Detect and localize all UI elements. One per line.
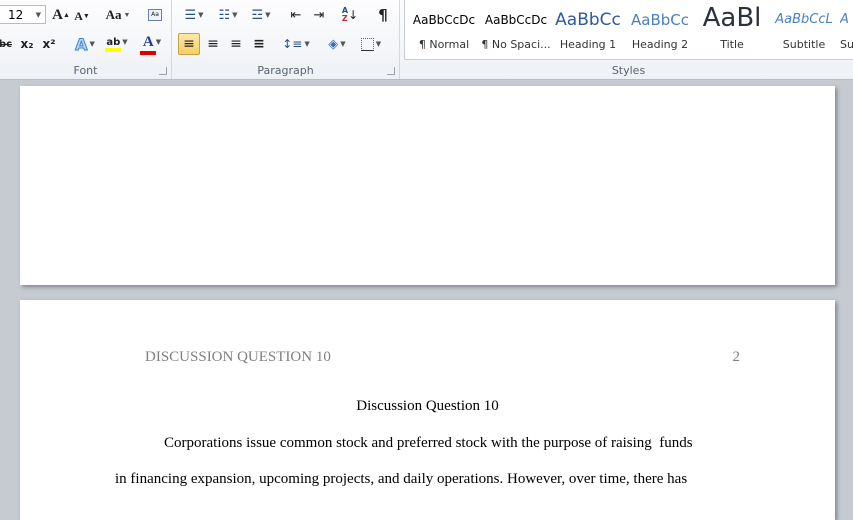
- style-title[interactable]: AaBl Title: [696, 0, 768, 58]
- style-normal[interactable]: AaBbCcDc ¶ Normal: [408, 0, 480, 58]
- font-color-bar: [140, 50, 156, 55]
- font-group: 12 ▼ A▲ A▼ Aa▼ Aa abc x₂ x² A▼ ab▼: [0, 0, 172, 79]
- clear-formatting-icon: Aa: [148, 9, 162, 21]
- style-name: Title: [720, 38, 744, 51]
- page-number: 2: [732, 349, 741, 365]
- body-line: Corporations issue common stock and pref…: [164, 435, 693, 451]
- chevron-down-icon: ▼: [35, 11, 41, 19]
- paragraph-group: ☰ ▼ ☷ ▼ ☲ ▼ ⇤ ⇥ A Z ↓ ¶ ≡ ≡ ≡ ≡ ↕≡ ▼ ◈ ▼…: [172, 0, 400, 79]
- strikethrough-button[interactable]: abc: [0, 34, 12, 54]
- document-area: DISCUSSION QUESTION 10 2 Discussion Ques…: [0, 80, 853, 520]
- bullets-button[interactable]: ☰ ▼: [178, 5, 210, 25]
- highlight-button[interactable]: ab ▼: [102, 33, 132, 55]
- font-size-dropdown[interactable]: 12 ▼: [0, 5, 46, 24]
- font-color-icon: A: [142, 33, 154, 50]
- style-name: ¶ Normal: [418, 38, 470, 51]
- line-spacing-button[interactable]: ↕≡ ▼: [282, 33, 310, 55]
- align-right-button[interactable]: ≡: [225, 33, 247, 55]
- increase-indent-icon: ⇥: [313, 7, 325, 23]
- show-marks-button[interactable]: ¶: [374, 5, 392, 25]
- shading-button[interactable]: ◈ ▼: [322, 33, 352, 55]
- subscript-icon: x₂: [20, 37, 34, 51]
- running-header: DISCUSSION QUESTION 10: [145, 349, 331, 365]
- borders-icon: [360, 37, 374, 51]
- change-case-button[interactable]: Aa ▼: [104, 5, 132, 25]
- clear-formatting-button[interactable]: Aa: [146, 5, 164, 25]
- justify-button[interactable]: ≡: [248, 33, 270, 55]
- document-heading: Discussion Question 10: [356, 398, 499, 414]
- paragraph-dialog-launcher[interactable]: [387, 67, 395, 75]
- font-dialog-launcher[interactable]: [159, 67, 167, 75]
- align-left-button[interactable]: ≡: [178, 33, 200, 55]
- superscript-icon: x²: [42, 37, 56, 51]
- style-preview: AaBl: [702, 3, 762, 33]
- sort-button[interactable]: A Z ↓: [339, 4, 361, 26]
- style-preview: AaBbCcDc: [412, 13, 476, 27]
- style-name: Su: [840, 38, 853, 51]
- styles-gallery: AaBbCcDc ¶ Normal AaBbCcDc ¶ No Spaci...…: [404, 0, 853, 60]
- text-effects-button[interactable]: A ▼: [72, 34, 98, 54]
- justify-icon: ≡: [253, 36, 265, 52]
- subscript-button[interactable]: x₂: [18, 34, 36, 54]
- style-name: Heading 2: [631, 38, 689, 51]
- body-line: in financing expansion, upcoming project…: [115, 471, 688, 487]
- shrink-font-button[interactable]: A ▼: [74, 7, 90, 25]
- align-right-icon: ≡: [230, 36, 242, 52]
- style-preview: AaBbCc: [631, 11, 689, 29]
- style-preview: A: [840, 12, 849, 27]
- font-color-button[interactable]: A ▼: [137, 33, 167, 55]
- superscript-button[interactable]: x²: [40, 34, 58, 54]
- style-preview: AaBbCc: [555, 10, 621, 30]
- increase-indent-button[interactable]: ⇥: [309, 5, 329, 25]
- style-name: ¶ No Spaci...: [481, 38, 551, 51]
- style-name: Heading 1: [559, 38, 617, 51]
- style-no-spacing[interactable]: AaBbCcDc ¶ No Spaci...: [480, 0, 552, 58]
- style-preview: AaBbCcDc: [484, 13, 548, 27]
- page-2[interactable]: DISCUSSION QUESTION 10 2 Discussion Ques…: [20, 300, 835, 520]
- decrease-indent-icon: ⇤: [290, 7, 302, 23]
- page-1[interactable]: [20, 86, 835, 285]
- style-preview: AaBbCcL: [775, 12, 833, 27]
- align-center-button[interactable]: ≡: [202, 33, 224, 55]
- font-group-label: Font: [73, 64, 98, 77]
- style-heading-2[interactable]: AaBbCc Heading 2: [624, 0, 696, 58]
- ribbon: 12 ▼ A▲ A▼ Aa▼ Aa abc x₂ x² A▼ ab▼: [0, 0, 853, 80]
- shrink-font-icon: A: [74, 8, 83, 23]
- style-name: Subtitle: [782, 38, 826, 51]
- styles-group-label: Styles: [611, 64, 646, 77]
- strikethrough-icon: abc: [0, 38, 12, 50]
- multilevel-list-button[interactable]: ☲ ▼: [246, 5, 276, 25]
- align-left-icon: ≡: [183, 36, 195, 52]
- change-case-icon: Aa: [105, 7, 122, 22]
- text-effects-icon: A: [75, 34, 88, 54]
- pilcrow-icon: ¶: [378, 6, 388, 24]
- grow-font-icon: A: [52, 6, 63, 23]
- multilevel-list-icon: ☲: [251, 7, 264, 23]
- borders-button[interactable]: ▼: [356, 33, 386, 55]
- paragraph-group-label: Paragraph: [257, 64, 314, 77]
- highlighter-icon: ab: [106, 36, 121, 48]
- grow-font-button[interactable]: A ▲: [52, 5, 70, 25]
- highlight-color-bar: [105, 47, 121, 52]
- paint-bucket-icon: ◈: [328, 36, 339, 52]
- style-heading-1[interactable]: AaBbCc Heading 1: [552, 0, 624, 58]
- decrease-indent-button[interactable]: ⇤: [286, 5, 306, 25]
- numbered-list-icon: ☷: [218, 7, 231, 23]
- numbering-button[interactable]: ☷ ▼: [212, 5, 244, 25]
- style-partial[interactable]: A Su: [840, 0, 853, 58]
- line-spacing-icon: ↕≡: [282, 37, 303, 51]
- style-subtitle[interactable]: AaBbCcL Subtitle: [768, 0, 840, 58]
- font-size-value: 12: [8, 8, 24, 22]
- bullet-list-icon: ☰: [184, 7, 197, 23]
- align-center-icon: ≡: [207, 36, 219, 52]
